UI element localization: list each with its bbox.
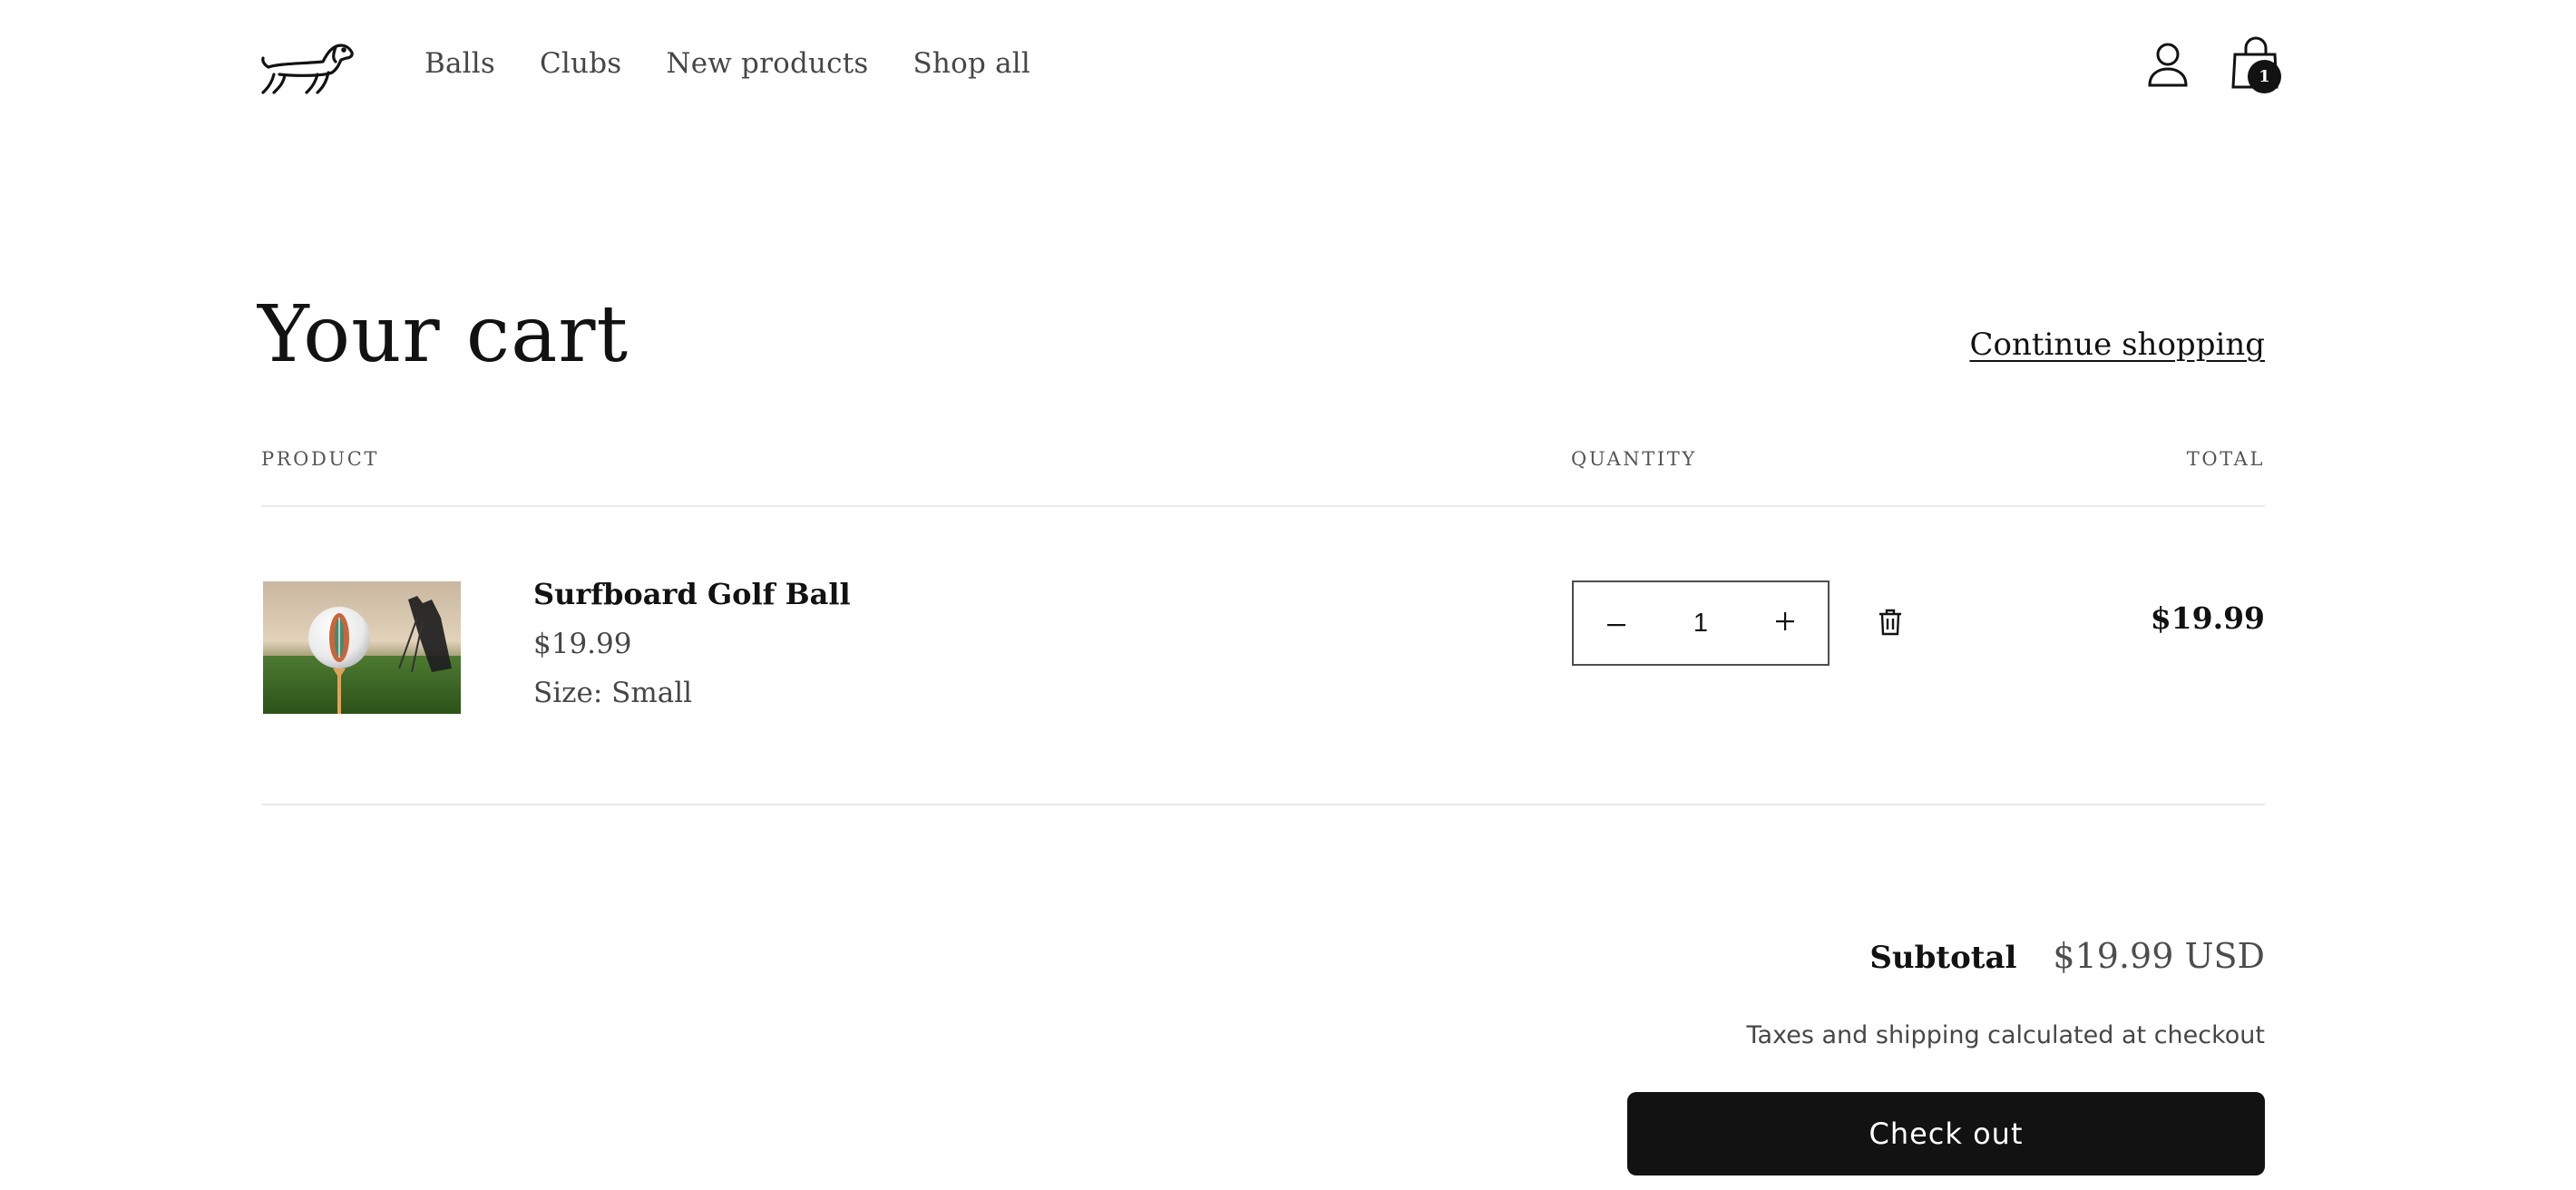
column-header-product: PRODUCT (261, 448, 379, 470)
quantity-input[interactable] (1660, 596, 1742, 650)
column-header-total: TOTAL (2186, 448, 2265, 470)
decrease-quantity-button[interactable] (1574, 582, 1659, 664)
product-image[interactable] (263, 581, 461, 714)
table-divider (261, 804, 2265, 805)
line-item-total: $19.99 (2150, 600, 2265, 636)
increase-quantity-button[interactable] (1742, 582, 1828, 664)
cart-count-badge: 1 (2248, 60, 2281, 93)
checkout-button[interactable]: Check out (1627, 1092, 2265, 1175)
tax-shipping-note: Taxes and shipping calculated at checkou… (1746, 1021, 2265, 1049)
option-label: Size: (533, 677, 603, 709)
subtotal-row: Subtotal $19.99 USD (1869, 936, 2265, 976)
nav-item-balls[interactable]: Balls (424, 47, 495, 80)
quantity-stepper (1572, 580, 1830, 666)
nav-item-new-products[interactable]: New products (666, 47, 868, 80)
subtotal-value: $19.99 USD (2053, 936, 2265, 976)
nav-item-clubs[interactable]: Clubs (540, 47, 621, 80)
continue-shopping-link[interactable]: Continue shopping (1969, 327, 2265, 363)
option-value: Small (611, 677, 693, 709)
site-header: Balls Clubs New products Shop all 1 (0, 0, 2576, 134)
main-nav: Balls Clubs New products Shop all (424, 47, 1075, 80)
dachshund-logo-icon[interactable] (259, 36, 356, 102)
remove-item-button[interactable] (1872, 604, 1908, 644)
product-option: Size: Small (533, 677, 692, 709)
minus-icon (1607, 615, 1625, 631)
table-divider (261, 505, 2265, 507)
plus-icon (1776, 611, 1794, 635)
account-icon[interactable] (2146, 42, 2190, 89)
subtotal-label: Subtotal (1869, 940, 2017, 976)
trash-icon (1878, 609, 1902, 640)
cart-page: Balls Clubs New products Shop all 1 Your… (0, 0, 2576, 1190)
column-header-quantity: QUANTITY (1571, 448, 1697, 470)
product-name[interactable]: Surfboard Golf Ball (533, 577, 851, 611)
nav-item-shop-all[interactable]: Shop all (913, 47, 1030, 80)
page-title: Your cart (258, 289, 629, 380)
product-unit-price: $19.99 (533, 628, 632, 660)
